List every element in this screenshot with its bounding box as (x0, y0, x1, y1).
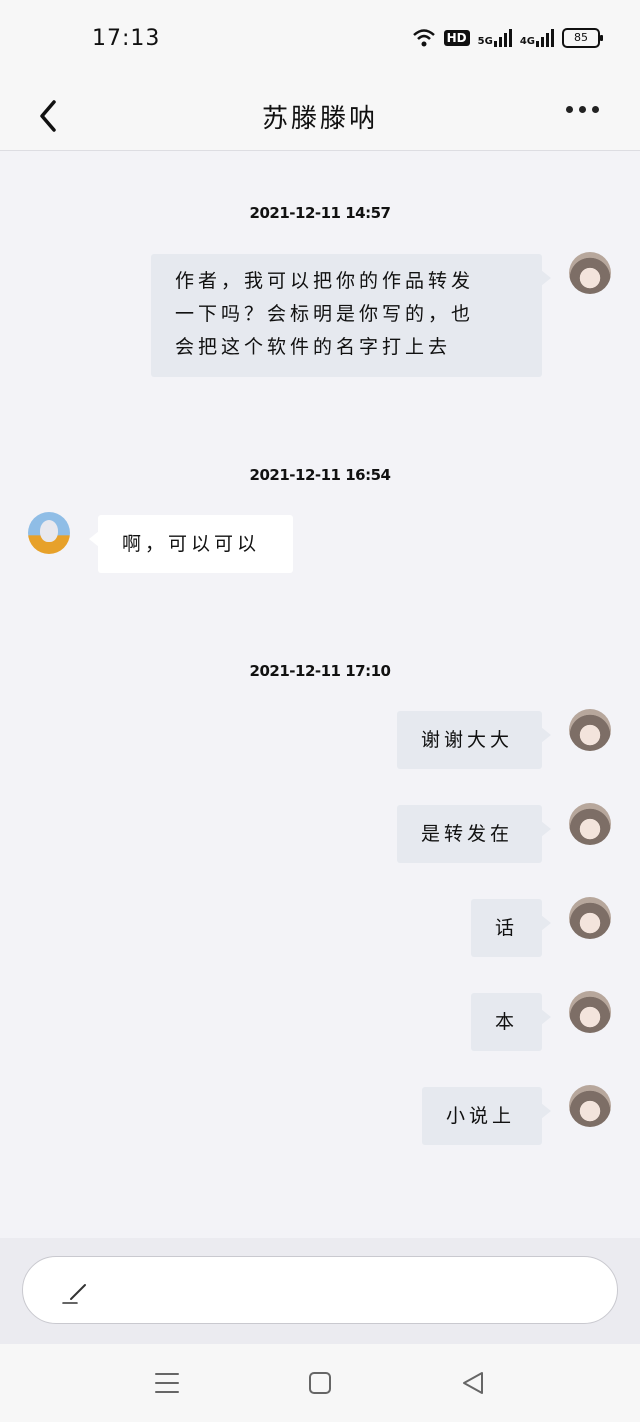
outgoing-message-bubble[interactable]: 谢谢大大 (397, 711, 551, 769)
my-avatar[interactable] (569, 252, 611, 294)
signal-4g: 4G (520, 29, 554, 47)
status-time: 17:13 (92, 26, 161, 51)
contact-avatar[interactable] (28, 512, 70, 554)
chat-title: 苏滕滕呐 (261, 104, 378, 134)
chat-header: 苏滕滕呐 (0, 80, 640, 151)
message-timestamp: 2021-12-11 16:54 (249, 466, 391, 484)
incoming-message-bubble[interactable]: 啊，可以可以 (89, 515, 293, 573)
outgoing-message-bubble[interactable]: 作者，我可以把你的作品转发 一下吗？会标明是你写的，也 会把这个软件的名字打上去 (151, 254, 551, 377)
status-bar: 17:13 HD 5G 4G 85 (0, 0, 640, 80)
back-triangle-icon[interactable] (458, 1368, 488, 1398)
message-line: 作者，我可以把你的作品转发 (175, 270, 475, 292)
input-area (0, 1238, 640, 1344)
my-avatar[interactable] (569, 709, 611, 751)
hd-badge: HD (443, 30, 470, 46)
message-text: 本 (495, 1011, 519, 1033)
signal-5g: 5G (478, 29, 512, 47)
my-avatar[interactable] (569, 991, 611, 1033)
message-timestamp: 2021-12-11 14:57 (249, 204, 391, 222)
wifi-icon (412, 29, 435, 47)
outgoing-message-bubble[interactable]: 是转发在 (397, 805, 551, 863)
message-text: 谢谢大大 (421, 729, 514, 751)
menu-icon[interactable] (152, 1368, 182, 1398)
message-input[interactable] (22, 1256, 618, 1324)
my-avatar[interactable] (569, 1085, 611, 1127)
outgoing-message-bubble[interactable]: 话 (471, 899, 551, 957)
signal-bars-icon (493, 29, 512, 47)
message-text: 啊，可以可以 (122, 533, 261, 555)
pen-icon (62, 1284, 86, 1304)
status-icons: HD 5G 4G 85 (412, 28, 603, 48)
message-text: 话 (495, 917, 519, 939)
my-avatar[interactable] (569, 803, 611, 845)
signal-5g-label: 5G (477, 36, 493, 47)
message-line: 会把这个软件的名字打上去 (175, 336, 452, 358)
home-square-icon[interactable] (305, 1368, 335, 1398)
signal-4g-label: 4G (519, 36, 535, 47)
outgoing-message-bubble[interactable]: 本 (471, 993, 551, 1051)
more-dots-icon[interactable] (566, 102, 606, 116)
outgoing-message-bubble[interactable]: 小说上 (422, 1087, 551, 1145)
message-line: 一下吗？会标明是你写的，也 (175, 303, 475, 325)
signal-bars-icon (536, 29, 554, 47)
message-timestamp: 2021-12-11 17:10 (249, 662, 391, 680)
system-nav-bar (0, 1344, 640, 1422)
battery-icon: 85 (562, 28, 603, 48)
my-avatar[interactable] (569, 897, 611, 939)
message-text: 是转发在 (421, 823, 514, 845)
message-text: 小说上 (446, 1105, 516, 1127)
